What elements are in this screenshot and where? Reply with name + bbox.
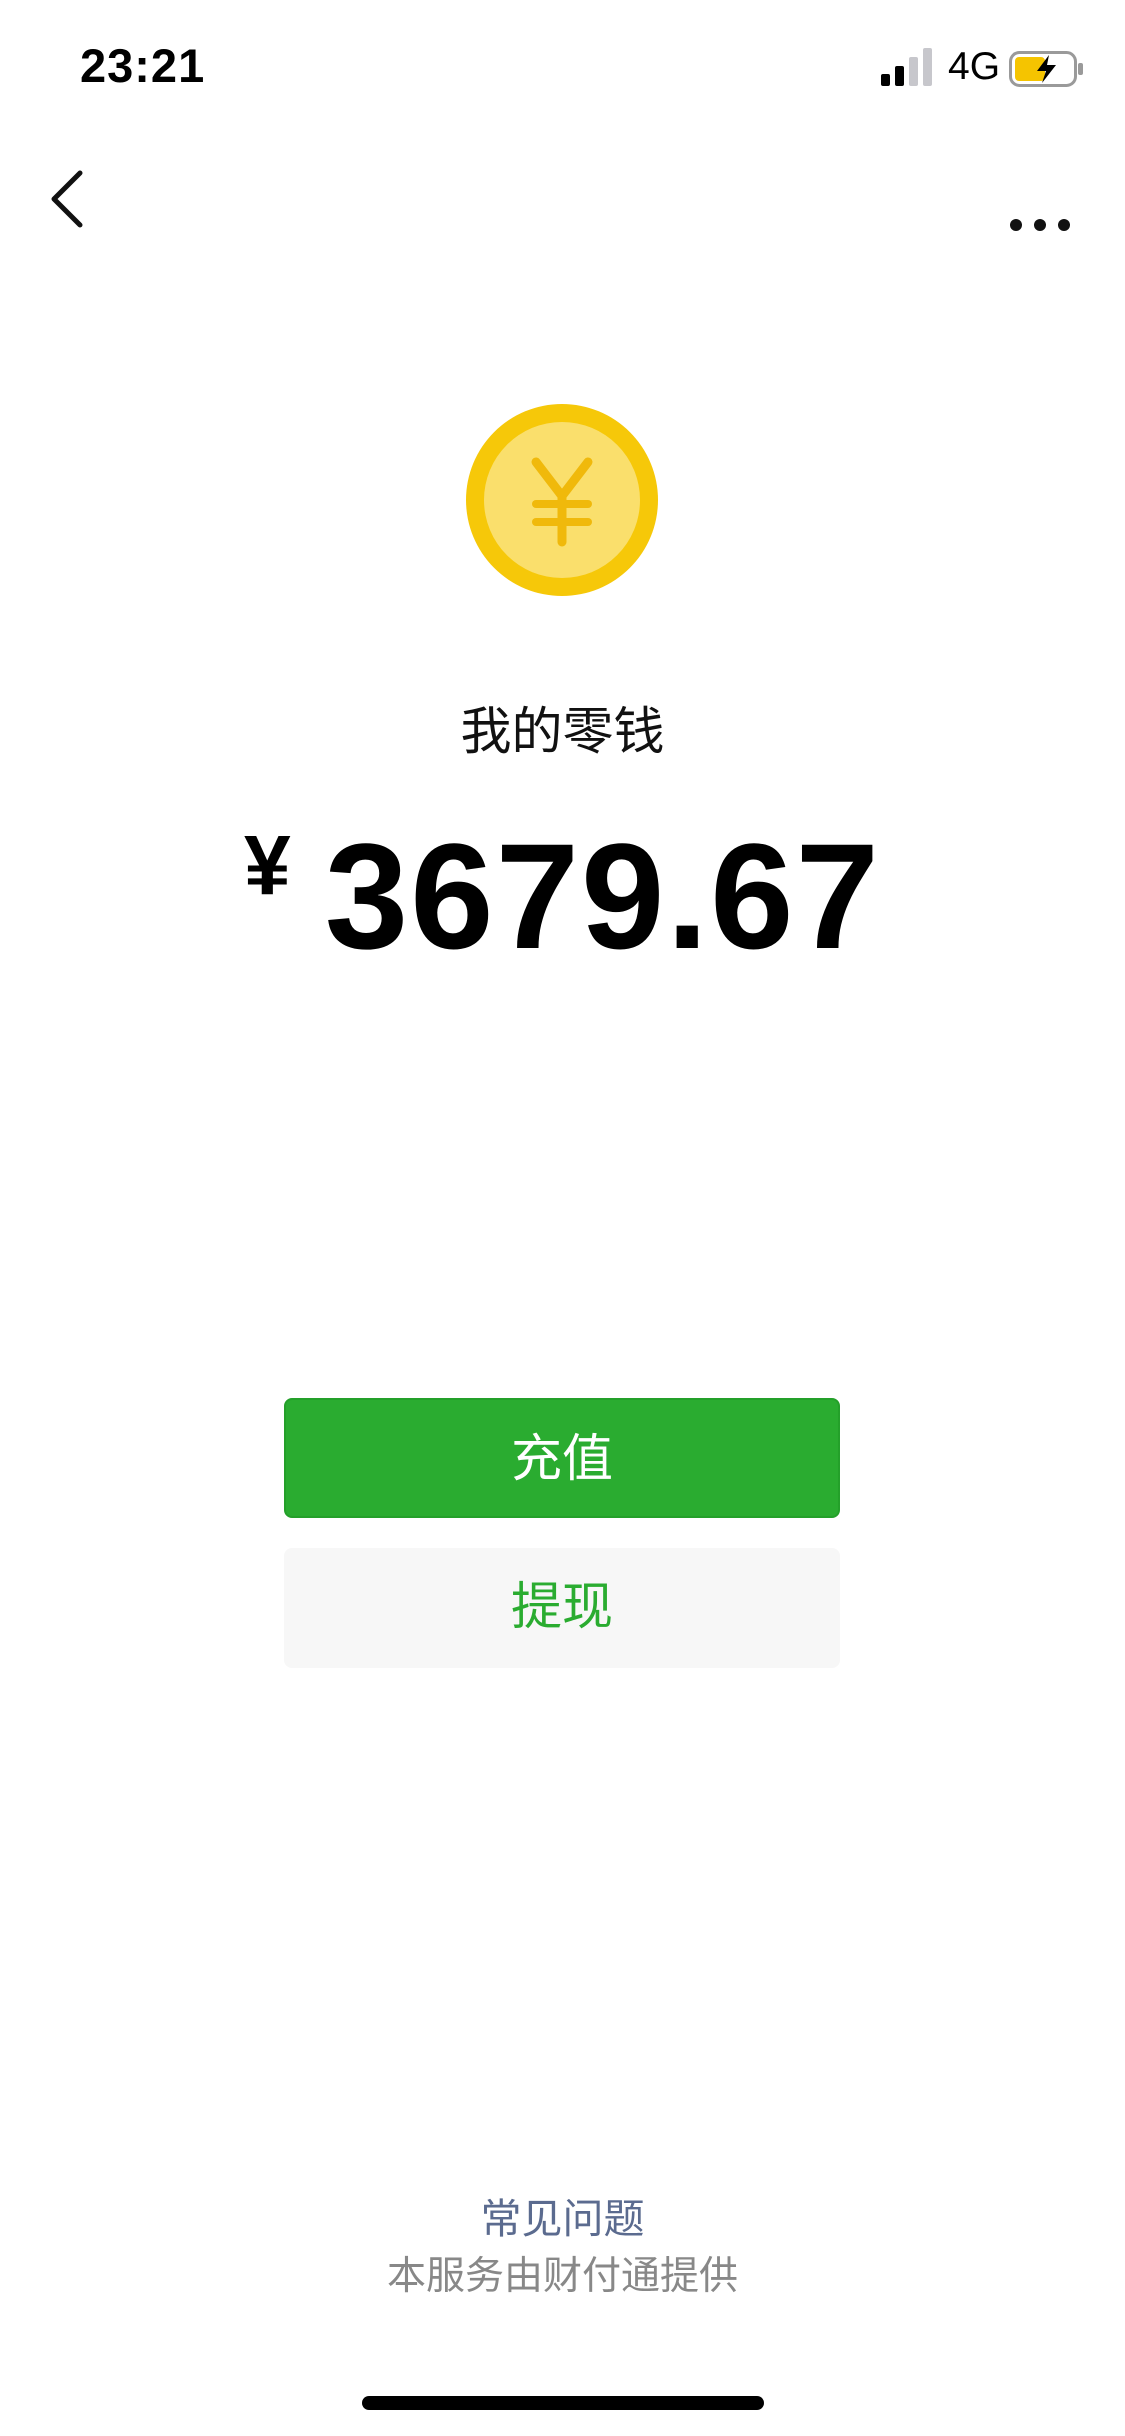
faq-link[interactable]: 常见问题	[0, 2185, 1125, 2245]
recharge-button[interactable]: 充值	[284, 1398, 840, 1518]
yuan-coin-icon	[466, 404, 658, 596]
amount-value: 3679.67	[324, 812, 881, 980]
balance-amount: ¥3679.67	[0, 810, 1125, 983]
chevron-left-icon	[51, 170, 83, 228]
battery-charging-icon	[1009, 51, 1083, 87]
balance-title: 我的零钱	[460, 703, 665, 762]
network-type: 4G	[948, 45, 1001, 88]
currency-symbol: ¥	[244, 818, 291, 912]
status-time: 23:21	[80, 39, 206, 92]
back-button[interactable]	[40, 159, 120, 239]
signal-bars-icon	[881, 48, 932, 86]
status-bar: 23:21 4G	[0, 0, 1125, 132]
withdraw-button[interactable]: 提现	[284, 1548, 840, 1668]
ellipsis-icon	[1010, 219, 1070, 231]
more-options-button[interactable]	[1000, 159, 1080, 239]
navigation-bar	[0, 132, 1125, 264]
wallet-balance-screen: 23:21 4G 我的零钱 ¥ 3679.67 充值 提现 常见问题 本服务由财…	[0, 0, 1125, 2436]
service-provider-note: 本服务由财付通提供	[386, 2254, 738, 2299]
home-indicator[interactable]	[362, 2396, 764, 2410]
